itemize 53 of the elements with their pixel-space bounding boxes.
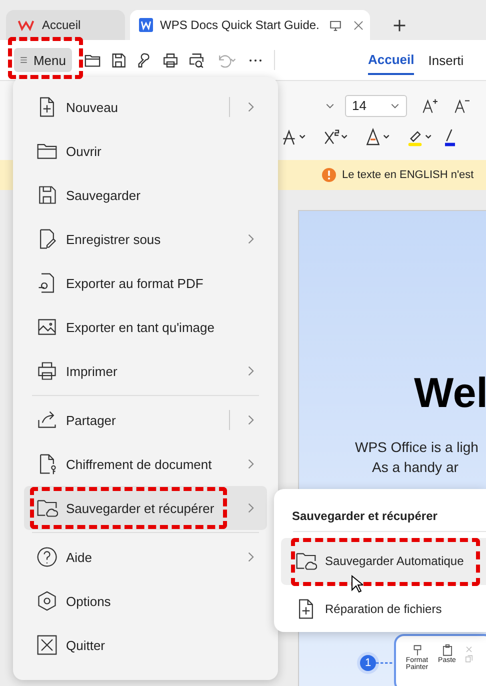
menu-item[interactable]: Imprimer — [24, 349, 267, 393]
cursor-icon — [351, 575, 363, 593]
save-icon[interactable] — [110, 52, 127, 68]
ribbon-tab[interactable]: Inserti — [428, 46, 464, 74]
monitor-icon[interactable] — [329, 18, 342, 32]
menu-item[interactable]: Quitter — [24, 623, 267, 667]
clipboard-icon — [440, 644, 454, 657]
text-effect-icon[interactable] — [365, 126, 391, 146]
ribbon-tab[interactable]: Accueil — [368, 46, 414, 74]
image-icon — [36, 316, 58, 338]
menu-item[interactable]: Enregistrer sous — [24, 217, 267, 261]
menu-item[interactable]: Aide — [24, 535, 267, 579]
quit-icon — [36, 634, 58, 656]
cloud-folder-icon — [295, 550, 317, 572]
submenu-item[interactable]: Réparation de fichiers — [281, 585, 486, 632]
menu-item[interactable]: Sauvegarder et récupérer — [24, 486, 267, 530]
step-badge: 1 — [360, 655, 376, 671]
menu-item[interactable]: Sauvegarder — [24, 173, 267, 217]
submenu-item[interactable]: Sauvegarder Automatique — [281, 538, 486, 585]
leader-line — [376, 661, 394, 665]
menu-item[interactable]: Options — [24, 579, 267, 623]
new-tab-icon[interactable] — [393, 18, 406, 32]
logo-icon — [18, 18, 34, 32]
warning-icon — [322, 168, 336, 182]
document-tab[interactable]: WPS Docs Quick Start Guide. — [130, 10, 370, 40]
document-text: As a handy ar — [371, 459, 460, 475]
menu-item[interactable]: Partager — [24, 398, 267, 442]
menu-item[interactable]: Exporter au format PDF — [24, 261, 267, 305]
document-heading: Wel — [413, 369, 486, 417]
grow-font-icon[interactable] — [421, 96, 439, 114]
shrink-font-icon[interactable] — [453, 96, 471, 114]
menu-button[interactable]: Menu — [14, 48, 72, 72]
share-icon — [36, 409, 58, 431]
menu-item[interactable]: Ouvrir — [24, 129, 267, 173]
document-text: WPS Office is a ligh — [354, 439, 480, 455]
menu-item[interactable]: Nouveau — [24, 85, 267, 129]
printer-icon[interactable] — [162, 52, 179, 68]
notice-text: Le texte en ENGLISH n'est — [342, 169, 474, 181]
submenu-title: Sauvegarder et récupérer — [291, 509, 438, 523]
cloud-folder-icon — [36, 497, 58, 519]
document-tab[interactable]: Accueil — [6, 10, 125, 40]
options-icon — [36, 590, 58, 612]
menu-icon — [20, 55, 28, 65]
font-color-icon[interactable] — [445, 126, 455, 146]
save-icon — [36, 184, 58, 206]
document-app-icon — [138, 18, 154, 32]
help-icon — [36, 546, 58, 568]
print-preview-icon[interactable] — [188, 52, 205, 68]
printer-icon — [36, 360, 58, 382]
close-icon[interactable] — [352, 18, 366, 32]
menu-item[interactable]: Exporter en tant qu'image — [24, 305, 267, 349]
menu-item[interactable]: Chiffrement de document — [24, 442, 267, 486]
font-size-field[interactable]: 14 — [345, 94, 407, 116]
